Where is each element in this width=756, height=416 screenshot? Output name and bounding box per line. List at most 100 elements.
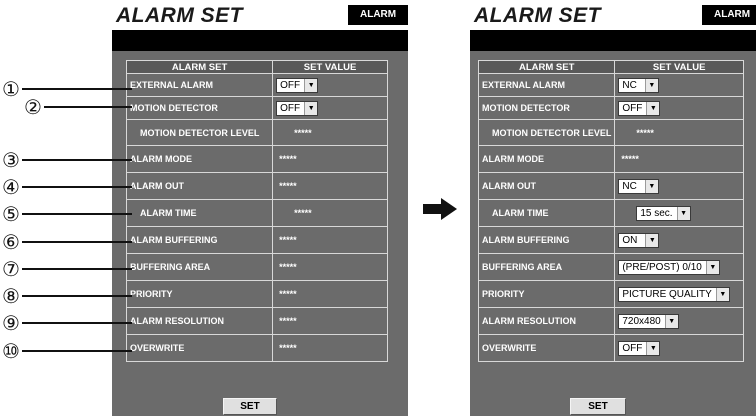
chevron-down-icon[interactable]: ▼: [664, 314, 678, 328]
row-label: PRIORITY: [477, 280, 616, 308]
set-button[interactable]: SET: [570, 398, 626, 415]
callout-number: ④: [2, 175, 20, 199]
row-label: ALARM TIME: [125, 199, 274, 227]
table-row: ALARM MODE *****: [125, 145, 388, 173]
alarm-out-dropdown[interactable]: NC ▼: [618, 178, 659, 194]
table-row: ALARM OUT *****: [125, 172, 388, 200]
table-row: ALARM TIME *****: [125, 199, 388, 227]
callout-6: ⑥: [0, 232, 132, 252]
page-title: ALARM SET: [116, 4, 243, 27]
set-button[interactable]: SET: [223, 398, 277, 415]
table-row: EXTERNAL ALARM OFF ▼: [125, 73, 388, 97]
callout-leader-line: [44, 106, 132, 108]
callout-2: ②: [22, 97, 132, 117]
table-row: PRIORITY PICTURE QUALITY ▼: [477, 280, 744, 308]
alarm-mode-value: *****: [279, 154, 297, 164]
row-label: MOTION DETECTOR LEVEL: [125, 119, 274, 146]
row-label: BUFFERING AREA: [477, 253, 616, 281]
priority-dropdown[interactable]: PICTURE QUALITY ▼: [618, 286, 730, 302]
callout-number: ①: [2, 77, 20, 101]
motion-detector-level-value: *****: [294, 127, 312, 138]
callout-number: ⑨: [2, 311, 20, 335]
table-row: BUFFERING AREA (PRE/POST) 0/10 ▼: [477, 253, 744, 281]
tab-alarm[interactable]: ALARM: [348, 5, 408, 25]
external-alarm-dropdown[interactable]: OFF ▼: [276, 77, 319, 93]
alarm-buffering-dropdown[interactable]: ON ▼: [618, 232, 660, 248]
header-bar: [112, 30, 408, 51]
table-row: ALARM BUFFERING *****: [125, 226, 388, 254]
buffering-area-value: *****: [279, 262, 297, 272]
row-label: MOTION DETECTOR: [477, 96, 616, 120]
callout-leader-line: [22, 213, 132, 215]
callout-leader-line: [22, 295, 132, 297]
dropdown-value: ON: [622, 234, 638, 246]
callout-leader-line: [22, 186, 132, 188]
chevron-down-icon[interactable]: ▼: [644, 78, 658, 92]
dropdown-value: OFF: [280, 102, 301, 114]
callout-1: ①: [0, 79, 132, 99]
alarm-resolution-value: *****: [279, 316, 297, 326]
table-row: PRIORITY *****: [125, 280, 388, 308]
tab-alarm[interactable]: ALARM: [702, 5, 756, 25]
alarm-time-dropdown[interactable]: 15 sec. ▼: [636, 205, 691, 221]
overwrite-value: *****: [279, 343, 297, 353]
table-row: ALARM RESOLUTION *****: [125, 307, 388, 335]
row-label: PRIORITY: [125, 280, 274, 308]
callout-number: ⑤: [2, 202, 20, 226]
row-label: ALARM RESOLUTION: [477, 307, 616, 335]
callout-leader-line: [22, 322, 132, 324]
chevron-down-icon[interactable]: ▼: [304, 78, 318, 92]
chevron-down-icon[interactable]: ▼: [645, 233, 659, 247]
alarm-mode-value: *****: [621, 154, 639, 164]
chevron-down-icon[interactable]: ▼: [304, 101, 318, 115]
table-row: ALARM MODE *****: [477, 145, 744, 173]
column-header-setting: ALARM SET: [125, 60, 274, 74]
chevron-down-icon[interactable]: ▼: [646, 341, 660, 355]
column-header-value: SET VALUE: [272, 60, 388, 74]
row-label: ALARM TIME: [477, 199, 616, 227]
callout-leader-line: [22, 241, 132, 243]
dropdown-value: (PRE/POST) 0/10: [622, 261, 702, 273]
table-row: ALARM BUFFERING ON ▼: [477, 226, 744, 254]
callout-number: ⑥: [2, 230, 20, 254]
table-row: EXTERNAL ALARM NC ▼: [477, 73, 744, 97]
alarm-settings-table: ALARM SET SET VALUE EXTERNAL ALARM OFF ▼ …: [125, 60, 388, 362]
chevron-down-icon[interactable]: ▼: [646, 101, 660, 115]
table-row: MOTION DETECTOR OFF ▼: [477, 96, 744, 120]
header-bar: [470, 30, 756, 51]
motion-detector-dropdown[interactable]: OFF ▼: [618, 100, 661, 116]
page-title: ALARM SET: [474, 4, 601, 27]
row-label: ALARM MODE: [125, 145, 274, 173]
chevron-down-icon[interactable]: ▼: [705, 260, 719, 274]
callout-3: ③: [0, 150, 132, 170]
callout-number: ⑩: [2, 339, 20, 363]
row-label: ALARM RESOLUTION: [125, 307, 274, 335]
dropdown-value: OFF: [622, 342, 643, 354]
dropdown-value: OFF: [622, 102, 643, 114]
callout-5: ⑤: [0, 204, 132, 224]
callout-number: ②: [24, 95, 42, 119]
chevron-down-icon[interactable]: ▼: [715, 287, 729, 301]
external-alarm-dropdown[interactable]: NC ▼: [618, 77, 659, 93]
buffering-area-dropdown[interactable]: (PRE/POST) 0/10 ▼: [618, 259, 720, 275]
callout-number: ⑦: [2, 257, 20, 281]
table-row: BUFFERING AREA *****: [125, 253, 388, 281]
alarm-settings-table: ALARM SET SET VALUE EXTERNAL ALARM NC ▼ M…: [477, 60, 744, 362]
callout-number: ③: [2, 148, 20, 172]
chevron-down-icon[interactable]: ▼: [676, 206, 690, 220]
alarm-set-panel-before: ALARM SET ALARM ALARM SET SET VALUE EXTE…: [112, 0, 408, 416]
alarm-set-panel-after: ALARM SET ALARM ALARM SET SET VALUE EXTE…: [470, 0, 756, 416]
row-label: OVERWRITE: [477, 334, 616, 362]
chevron-down-icon[interactable]: ▼: [644, 179, 658, 193]
dropdown-value: NC: [622, 180, 637, 192]
callout-number: ⑧: [2, 284, 20, 308]
row-label: EXTERNAL ALARM: [477, 73, 616, 97]
overwrite-dropdown[interactable]: OFF ▼: [618, 340, 661, 356]
row-label: ALARM BUFFERING: [125, 226, 274, 254]
callout-9: ⑨: [0, 313, 132, 333]
alarm-resolution-dropdown[interactable]: 720x480 ▼: [618, 313, 679, 329]
alarm-time-value: *****: [294, 208, 312, 218]
row-label: ALARM BUFFERING: [477, 226, 616, 254]
motion-detector-dropdown[interactable]: OFF ▼: [276, 100, 319, 116]
motion-detector-level-value: *****: [636, 127, 654, 138]
